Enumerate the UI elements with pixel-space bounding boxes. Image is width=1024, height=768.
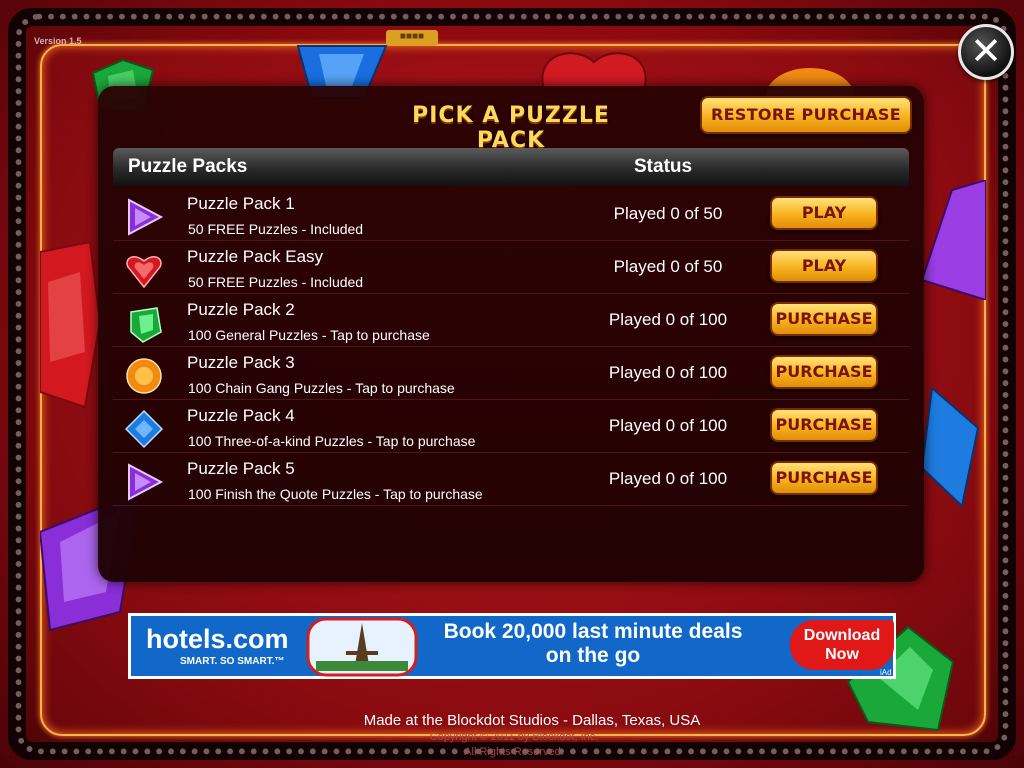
ad-brand-logo: hotels.com — [146, 624, 289, 654]
ad-message-line-2: on the go — [545, 644, 641, 667]
play-button[interactable]: PLAY — [770, 249, 878, 283]
pack-status: Played 0 of 100 — [608, 416, 728, 435]
pack-name: Puzzle Pack 3 — [187, 353, 295, 372]
version-label: Version 1.5 — [34, 36, 82, 46]
pack-row[interactable]: Puzzle Pack 5 100 Finish the Quote Puzzl… — [113, 453, 909, 506]
pack-status: Played 0 of 50 — [613, 204, 723, 223]
dialog-title: PICK A PUZZLE PACK — [412, 103, 610, 153]
ad-message: Book 20,000 last minute deals on the go — [418, 620, 768, 668]
column-header-status: Status — [634, 156, 693, 177]
orange-round-gem-icon — [126, 358, 162, 394]
eiffel-tower-icon — [306, 617, 418, 677]
red-heart-gem-icon — [126, 256, 162, 289]
iad-label: iAd — [880, 668, 892, 677]
purchase-button[interactable]: PURCHASE — [770, 355, 878, 389]
pack-name: Puzzle Pack 4 — [187, 406, 295, 425]
pack-name: Puzzle Pack Easy — [187, 247, 324, 266]
purchase-button[interactable]: PURCHASE — [770, 461, 878, 495]
pack-status: Played 0 of 100 — [608, 469, 728, 488]
ad-message-line-1: Book 20,000 last minute deals — [443, 620, 743, 643]
red-heart-gem-decoration-icon — [541, 52, 647, 90]
rights-line: All Rights Reserved. — [464, 746, 564, 758]
column-header-packs: Puzzle Packs — [128, 156, 248, 177]
purchase-button[interactable]: PURCHASE — [770, 302, 878, 336]
copyright-notice: Copyright © 2011 by Blockdot, Inc. All R… — [0, 730, 1024, 760]
studio-credit: Made at the Blockdot Studios - Dallas, T… — [363, 712, 701, 729]
pack-description: 50 FREE Puzzles - Included — [188, 274, 364, 290]
pack-description: 100 General Puzzles - Tap to purchase — [188, 327, 430, 343]
pack-row[interactable]: Puzzle Pack Easy 50 FREE Puzzles - Inclu… — [113, 241, 909, 294]
pack-name: Puzzle Pack 1 — [187, 194, 295, 213]
close-button[interactable]: ✕ — [958, 24, 1014, 80]
ad-download-button[interactable]: Download Now — [790, 620, 894, 670]
pack-row[interactable]: Puzzle Pack 2 100 General Puzzles - Tap … — [113, 294, 909, 347]
pack-description: 100 Chain Gang Puzzles - Tap to purchase — [188, 380, 455, 396]
purple-triangle-gem-icon — [128, 463, 164, 501]
green-gem-icon — [130, 307, 162, 343]
pack-name: Puzzle Pack 2 — [187, 300, 295, 319]
ad-tagline: SMART. SO SMART.™ — [180, 656, 285, 667]
ad-cta-line-1: Download — [803, 627, 881, 644]
red-gem-left-decoration-icon — [40, 242, 100, 409]
restore-purchase-button[interactable]: RESTORE PURCHASE — [700, 96, 912, 134]
blue-gem-right-decoration-icon — [922, 388, 980, 508]
purple-triangle-gem-icon — [128, 198, 164, 236]
purple-gem-right-decoration-icon — [922, 180, 986, 300]
pack-status: Played 0 of 50 — [613, 257, 723, 276]
blue-square-gem-icon — [124, 409, 164, 449]
pack-description: 100 Finish the Quote Puzzles - Tap to pu… — [188, 486, 483, 502]
copyright-line: Copyright © 2011 by Blockdot, Inc. — [429, 731, 599, 743]
pack-name: Puzzle Pack 5 — [187, 459, 295, 478]
pack-row[interactable]: Puzzle Pack 4 100 Three-of-a-kind Puzzle… — [113, 400, 909, 453]
pack-row[interactable]: Puzzle Pack 3 100 Chain Gang Puzzles - T… — [113, 347, 909, 400]
pack-status: Played 0 of 100 — [608, 363, 728, 382]
play-button[interactable]: PLAY — [770, 196, 878, 230]
pack-description: 100 Three-of-a-kind Puzzles - Tap to pur… — [188, 433, 476, 449]
ad-cta-line-2: Now — [825, 646, 859, 663]
purchase-button[interactable]: PURCHASE — [770, 408, 878, 442]
pack-row[interactable]: Puzzle Pack 1 50 FREE Puzzles - Included… — [113, 188, 909, 241]
pack-status: Played 0 of 100 — [608, 310, 728, 329]
pack-description: 50 FREE Puzzles - Included — [188, 221, 364, 237]
